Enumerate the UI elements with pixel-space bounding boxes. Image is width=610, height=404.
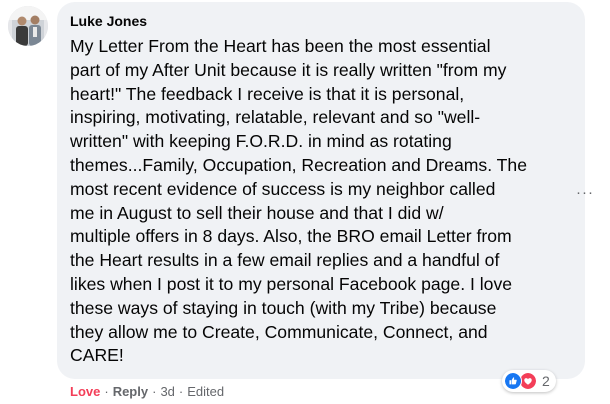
separator: · (104, 384, 109, 399)
reply-link[interactable]: Reply (113, 384, 148, 399)
comment-line: themes...Family, Occupation, Recreation … (70, 154, 527, 175)
avatar[interactable] (8, 6, 48, 46)
comment-actions: Love · Reply · 3d · Edited (70, 384, 224, 399)
comment-text: My Letter From the Heart has been the mo… (70, 35, 575, 368)
love-reaction-link[interactable]: Love (70, 384, 100, 399)
comment-line: My Letter From the Heart has been the mo… (70, 36, 491, 56)
comment-line: they allow me to Create, Communicate, Co… (70, 321, 488, 342)
comment-line: heart!" The feedback I receive is that i… (70, 83, 465, 104)
like-icon (504, 372, 522, 390)
comment-line: these ways of staying in touch (with my … (70, 297, 497, 318)
comment-bubble: Luke Jones My Letter From the Heart has … (57, 2, 585, 379)
reactions-summary[interactable]: 2 (502, 370, 556, 392)
comment-line: the Heart results in a few email replies… (70, 250, 500, 271)
comment-line: likes when I post it to my personal Face… (70, 273, 513, 294)
comment-line: inspiring, motivating, relatable, releva… (70, 107, 481, 128)
separator: · (178, 384, 184, 399)
comment-line: most recent evidence of success is my ne… (70, 178, 496, 199)
edited-label[interactable]: Edited (187, 384, 224, 399)
comment-line: written" with keeping F.O.R.D. in mind a… (70, 131, 452, 152)
comment-line: CARE! (70, 345, 124, 366)
comment-line: multiple offers in 8 days. Also, the BRO… (70, 226, 512, 247)
comment-author[interactable]: Luke Jones (70, 13, 147, 29)
profile-photo (8, 6, 48, 46)
reaction-count: 2 (542, 373, 550, 389)
separator: · (152, 384, 157, 399)
more-options-button[interactable]: ··· (574, 182, 596, 202)
comment-timestamp[interactable]: 3d (160, 384, 174, 399)
comment-line: me in August to sell their house and tha… (70, 202, 444, 223)
comment-line: part of my After Unit because it is real… (70, 59, 507, 80)
